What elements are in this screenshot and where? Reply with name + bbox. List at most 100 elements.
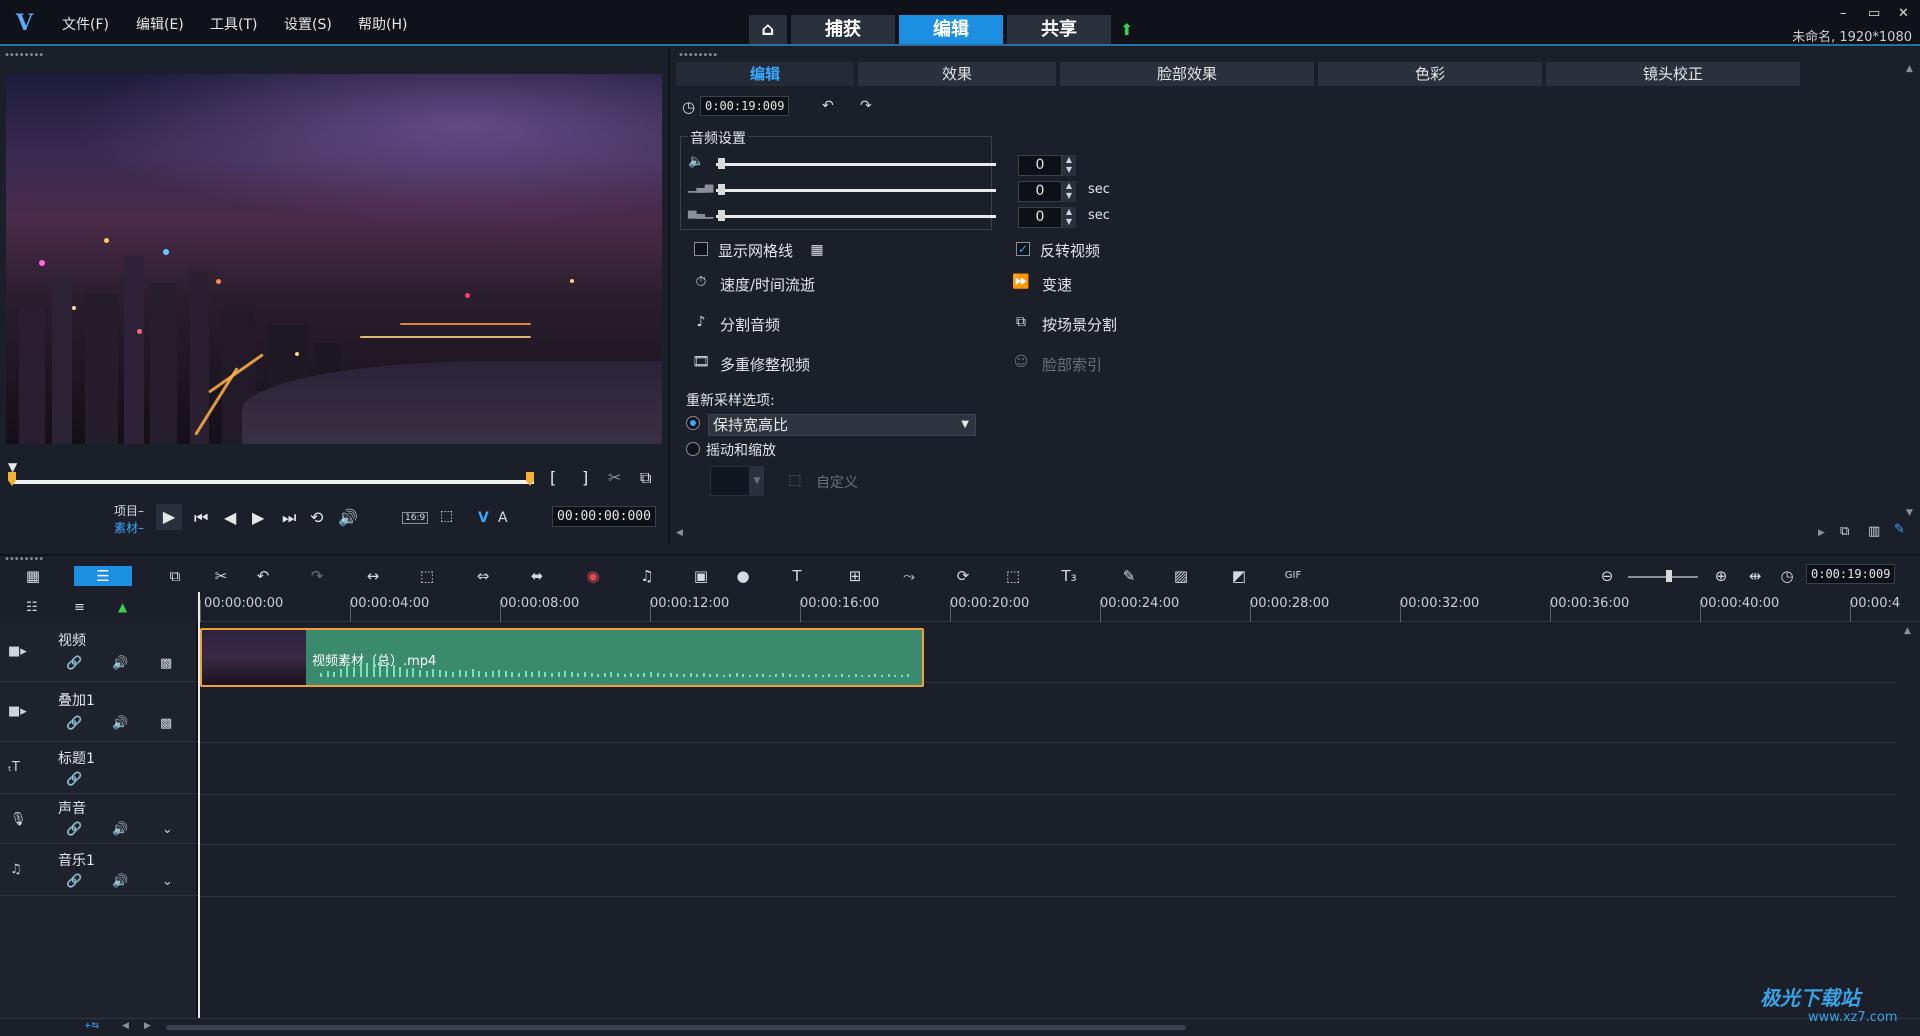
timeline-timecode[interactable]: 0:00:19:009	[1806, 564, 1896, 584]
zoom-in-icon[interactable]: ⊕	[1710, 566, 1732, 586]
tab-option-effect[interactable]: 效果	[858, 62, 1056, 86]
track-height-icon[interactable]: ⬌	[526, 566, 548, 586]
title-editor-icon[interactable]: T	[786, 566, 808, 586]
scroll-up-icon[interactable]: ▲	[1906, 64, 1913, 74]
menu-help[interactable]: 帮助(H)	[358, 14, 407, 34]
mark-out-button[interactable]: ]	[582, 468, 588, 487]
horizontal-scrollbar[interactable]: +⇆ ◀ ▶	[0, 1018, 1920, 1036]
panel-layout-icon[interactable]: ⧉	[1840, 524, 1849, 539]
volume-slider[interactable]	[716, 163, 996, 166]
track-header-video[interactable]: ■▸ 视频 🔗 🔊 ▩	[0, 622, 198, 682]
track-header-voice[interactable]: 🎙 声音 🔗 🔊 ⌄	[0, 794, 198, 844]
link-icon[interactable]: 🔗	[66, 822, 82, 837]
panel-grip[interactable]: ••••••••	[4, 50, 44, 61]
fade-in-value[interactable]: 0	[1018, 181, 1062, 202]
playhead[interactable]	[198, 592, 200, 1022]
ripple-edit-icon[interactable]: ⇔	[472, 566, 494, 586]
time-remap-icon[interactable]: ◩	[1228, 566, 1250, 586]
mark-in-button[interactable]: [	[550, 468, 556, 487]
tab-capture[interactable]: 捕获	[791, 15, 895, 44]
undo-icon[interactable]: ↶	[252, 566, 274, 586]
storyboard-view-icon[interactable]: ▦	[22, 566, 44, 586]
upload-icon[interactable]: ⬆	[1120, 20, 1133, 39]
link-icon[interactable]: 🔗	[66, 772, 82, 787]
vertical-scrollbar[interactable]: ▲	[1896, 622, 1920, 1018]
go-to-start-icon[interactable]: ⏮	[194, 508, 208, 528]
fade-out-slider-thumb[interactable]	[718, 210, 725, 221]
volume-value[interactable]: 0	[1018, 155, 1062, 176]
motion-tracking-icon[interactable]: ⤳	[898, 566, 920, 586]
mask-icon[interactable]: ▣	[690, 566, 712, 586]
pan-zoom-radio[interactable]	[686, 442, 700, 456]
split-screen-icon[interactable]: ⊞	[844, 566, 866, 586]
blend-icon[interactable]: ●	[732, 566, 754, 586]
add-replace-icon[interactable]: ⧉	[164, 566, 186, 586]
link-icon[interactable]: 🔗	[66, 874, 82, 889]
crop-icon[interactable]: ⬚	[440, 508, 453, 524]
mute-icon[interactable]: 🔊	[112, 656, 128, 671]
chevron-down-icon[interactable]: ⌄	[162, 822, 173, 837]
scroll-right-icon[interactable]: ▶	[144, 1021, 151, 1031]
grid-icon[interactable]: ▩	[160, 656, 172, 671]
mute-icon[interactable]: 🔊	[112, 822, 128, 837]
mask-creator-icon[interactable]: ✎	[1118, 566, 1140, 586]
loop-icon[interactable]: ⟳	[952, 566, 974, 586]
rotate-right-icon[interactable]: ↷	[860, 98, 872, 114]
video-clip[interactable]: 视频素材（总）.mp4	[200, 628, 924, 687]
title-3d-icon[interactable]: T₃	[1058, 566, 1080, 586]
fade-in-slider-thumb[interactable]	[718, 184, 725, 195]
tab-edit[interactable]: 编辑	[899, 15, 1003, 44]
link-icon[interactable]: 🔗	[66, 656, 82, 671]
tab-option-color[interactable]: 色彩	[1318, 62, 1542, 86]
menu-edit[interactable]: 编辑(E)	[136, 14, 184, 34]
track-header-overlay[interactable]: ■▸ 叠加1 🔗 🔊 ▩	[0, 682, 198, 742]
repeat-icon[interactable]: ⟲	[310, 508, 323, 527]
chapter-marker-icon[interactable]: ≡	[74, 600, 85, 615]
scroll-down-icon[interactable]: ▼	[1906, 508, 1913, 518]
scene-split-button[interactable]: 按场景分割	[1042, 314, 1117, 335]
show-grid-checkbox[interactable]	[694, 242, 708, 256]
fade-in-slider[interactable]	[716, 189, 996, 192]
fade-out-slider[interactable]	[716, 215, 996, 218]
mode-clip[interactable]: 素材–	[114, 519, 144, 536]
scroll-right-icon[interactable]: ▶	[1818, 528, 1825, 538]
tab-share[interactable]: 共享	[1007, 15, 1111, 44]
reverse-video-checkbox[interactable]: ✓	[1016, 242, 1030, 256]
scissors-icon[interactable]: ✂	[608, 468, 621, 487]
track-header-music[interactable]: ♫ 音乐1 🔗 🔊 ⌄	[0, 844, 198, 896]
panel-split-icon[interactable]: ▥	[1868, 524, 1880, 539]
scroll-left-icon[interactable]: ◀	[122, 1021, 129, 1031]
crop-frame-icon[interactable]: ⬚	[1002, 566, 1024, 586]
resample-dropdown[interactable]: 保持宽高比 ▼	[708, 414, 976, 436]
record-capture-icon[interactable]: ⬚	[416, 566, 438, 586]
minimize-button[interactable]: –	[1840, 6, 1847, 21]
volume-slider-thumb[interactable]	[718, 158, 725, 169]
scrubber-head[interactable]: ▼	[8, 460, 17, 474]
track-header-title[interactable]: ₜT 标题1 🔗	[0, 742, 198, 794]
scroll-left-icon[interactable]: ◀	[676, 528, 683, 538]
mute-icon[interactable]: 🔊	[112, 716, 128, 731]
menu-settings[interactable]: 设置(S)	[284, 14, 332, 34]
split-audio-button[interactable]: 分割音频	[720, 314, 780, 335]
link-icon[interactable]: 🔗	[66, 716, 82, 731]
gif-icon[interactable]: GIF	[1282, 566, 1304, 586]
volume-icon[interactable]: 🔊	[338, 508, 358, 527]
grid-icon[interactable]: ▦	[808, 242, 826, 258]
grid-icon[interactable]: ▩	[160, 716, 172, 731]
fade-in-spinner[interactable]: ▲ ▼	[1062, 181, 1076, 202]
tab-option-face[interactable]: 脸部效果	[1060, 62, 1314, 86]
video-letter[interactable]: V	[478, 510, 489, 526]
tab-option-edit[interactable]: 编辑	[676, 62, 854, 86]
tab-option-lens[interactable]: 镜头校正	[1546, 62, 1800, 86]
rotate-left-icon[interactable]: ↶	[822, 98, 834, 114]
home-button[interactable]: ⌂	[749, 15, 787, 44]
zoom-slider[interactable]	[1628, 576, 1698, 578]
scroll-up-icon[interactable]: ▲	[1904, 626, 1911, 636]
zoom-out-icon[interactable]: ⊖	[1596, 566, 1618, 586]
add-marker-icon[interactable]: ▲	[118, 600, 127, 614]
audio-wave-icon[interactable]: ♫	[636, 566, 658, 586]
fit-project-icon[interactable]: ⇹	[1744, 566, 1766, 586]
sound-mixer-icon[interactable]: ◉	[582, 566, 604, 586]
panel-grip[interactable]: ••••••••	[4, 554, 44, 565]
fit-timeline-icon[interactable]: ↔	[362, 566, 384, 586]
